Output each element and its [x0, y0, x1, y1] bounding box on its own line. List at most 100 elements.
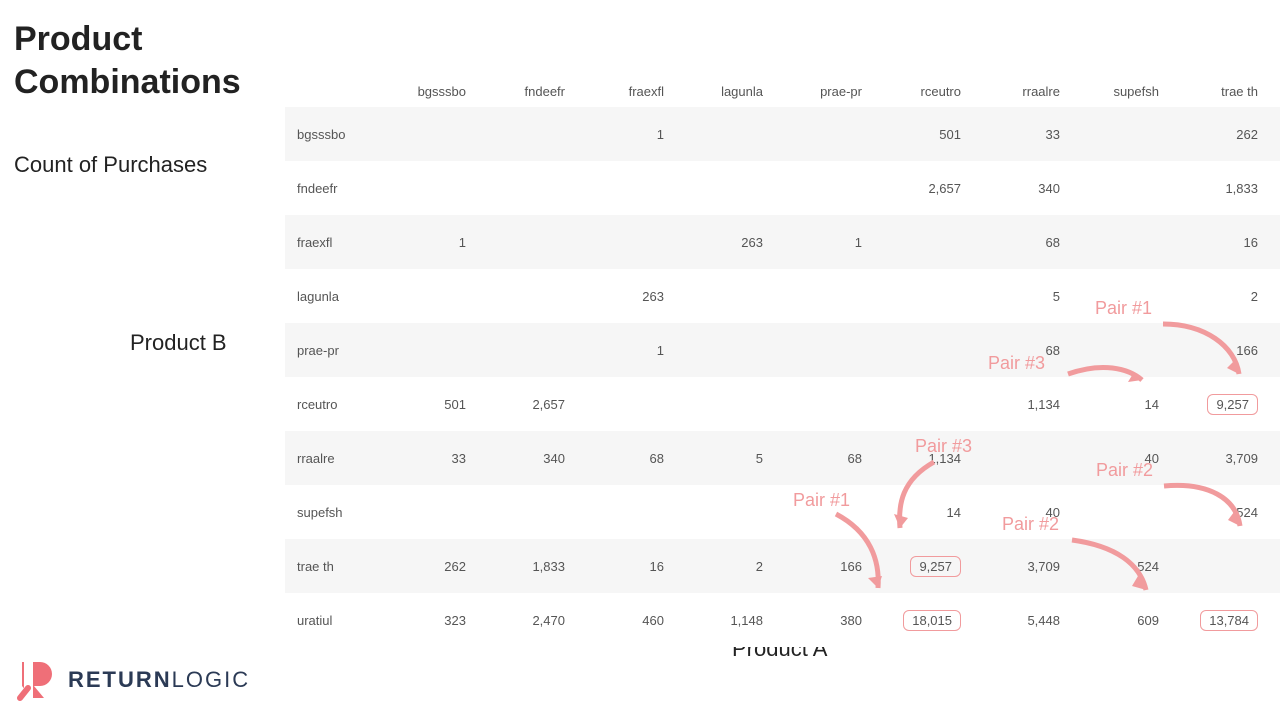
matrix-cell [670, 161, 769, 215]
row-header: rraalre [285, 431, 373, 485]
matrix-cell [1066, 323, 1165, 377]
row-header: fraexfl [285, 215, 373, 269]
matrix-cell [472, 323, 571, 377]
brand-name: RETURNLOGIC [68, 667, 250, 693]
row-header: lagunla [285, 269, 373, 323]
matrix-cell: 40 [967, 485, 1066, 539]
matrix-cell: 14 [1066, 377, 1165, 431]
matrix-cell: 16 [571, 539, 670, 593]
col-header: fraexfl [571, 76, 670, 107]
matrix-cell [571, 215, 670, 269]
matrix-cell [670, 269, 769, 323]
matrix-cell [769, 161, 868, 215]
matrix-cell: 166 [1165, 323, 1264, 377]
matrix-cell: 1,148 [1264, 269, 1280, 323]
matrix-cell [1264, 593, 1280, 647]
col-header: lagunla [670, 76, 769, 107]
matrix-cell: 1,833 [472, 539, 571, 593]
matrix-cell: 1,833 [1165, 161, 1264, 215]
matrix-cell: 340 [967, 161, 1066, 215]
matrix-cell [967, 431, 1066, 485]
matrix-cell: 460 [1264, 215, 1280, 269]
matrix-cell: 1,134 [967, 377, 1066, 431]
matrix-cell: 68 [967, 323, 1066, 377]
highlight-cell: 13,784 [1200, 610, 1258, 631]
matrix-cell: 524 [1066, 539, 1165, 593]
row-header: uratiul [285, 593, 373, 647]
matrix-cell: 1 [373, 215, 472, 269]
matrix-cell [670, 107, 769, 161]
page-title: Product Combinations [14, 18, 274, 103]
matrix-cell: 2,470 [1264, 161, 1280, 215]
matrix-cell [472, 215, 571, 269]
matrix-cell [769, 107, 868, 161]
matrix-cell: 1,134 [868, 431, 967, 485]
matrix-cell: 501 [373, 377, 472, 431]
axis-label-product-b: Product B [130, 330, 227, 356]
page-subtitle: Count of Purchases [14, 152, 207, 178]
highlight-cell: 18,015 [903, 610, 961, 631]
matrix-cell [472, 107, 571, 161]
matrix-cell [571, 161, 670, 215]
matrix-cell: 14 [868, 485, 967, 539]
col-header: bgsssbo [373, 76, 472, 107]
matrix-cell: 380 [769, 593, 868, 647]
row-header: fndeefr [285, 161, 373, 215]
matrix-cell: 2,657 [472, 377, 571, 431]
matrix-cell: 5 [670, 431, 769, 485]
matrix-cell [373, 485, 472, 539]
col-header: supefsh [1066, 76, 1165, 107]
matrix-cell [769, 269, 868, 323]
matrix-cell [670, 485, 769, 539]
matrix-cell: 1 [571, 323, 670, 377]
matrix-cell: 166 [769, 539, 868, 593]
matrix-cell: 33 [373, 431, 472, 485]
matrix-cell [1066, 269, 1165, 323]
matrix-cell: 2 [1165, 269, 1264, 323]
matrix-cell: 5,448 [1264, 431, 1280, 485]
matrix-cell: 609 [1264, 485, 1280, 539]
matrix-cell: 380 [1264, 323, 1280, 377]
matrix-cell: 13,784 [1264, 539, 1280, 593]
col-header: trae th [1165, 76, 1264, 107]
matrix-cell [571, 485, 670, 539]
matrix-cell [670, 377, 769, 431]
matrix-cell: 2,470 [472, 593, 571, 647]
matrix-cell: 13,784 [1165, 593, 1264, 647]
matrix-cell [868, 269, 967, 323]
matrix-cell: 1,148 [670, 593, 769, 647]
matrix-cell [373, 161, 472, 215]
row-header: rceutro [285, 377, 373, 431]
matrix-cell: 2,657 [868, 161, 967, 215]
matrix-cell [769, 377, 868, 431]
matrix-cell: 9,257 [1165, 377, 1264, 431]
matrix-cell [373, 323, 472, 377]
matrix-cell: 609 [1066, 593, 1165, 647]
matrix-cell: 68 [769, 431, 868, 485]
matrix-cell: 501 [868, 107, 967, 161]
matrix-cell [472, 269, 571, 323]
matrix-cell: 2 [670, 539, 769, 593]
matrix-cell: 5,448 [967, 593, 1066, 647]
matrix-cell: 262 [373, 539, 472, 593]
matrix-cell: 1 [769, 215, 868, 269]
col-header: rceutro [868, 76, 967, 107]
matrix-cell: 40 [1066, 431, 1165, 485]
col-header: fndeefr [472, 76, 571, 107]
row-header: trae th [285, 539, 373, 593]
matrix-cell [769, 323, 868, 377]
matrix-cell [472, 161, 571, 215]
matrix-cell [670, 323, 769, 377]
matrix-cell [571, 377, 670, 431]
matrix-cell: 323 [1264, 107, 1280, 161]
matrix-cell: 18,015 [1264, 377, 1280, 431]
matrix-cell: 524 [1165, 485, 1264, 539]
matrix-cell: 263 [670, 215, 769, 269]
matrix-cell: 323 [373, 593, 472, 647]
matrix-cell [373, 107, 472, 161]
matrix-cell: 68 [571, 431, 670, 485]
matrix-cell: 1 [571, 107, 670, 161]
matrix-cell: 262 [1165, 107, 1264, 161]
matrix-cell: 68 [967, 215, 1066, 269]
matrix-cell: 3,709 [1165, 431, 1264, 485]
